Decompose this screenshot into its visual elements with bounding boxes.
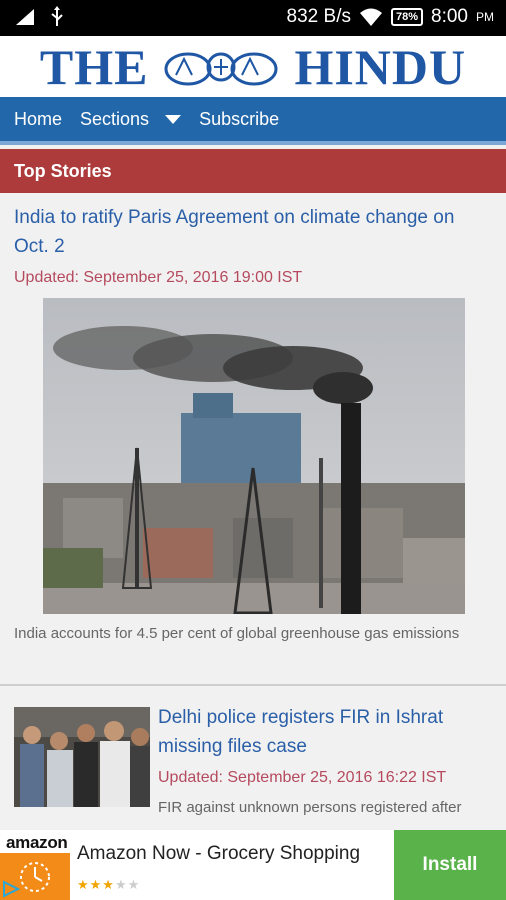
install-button[interactable]: Install <box>394 830 506 900</box>
signal-icon <box>16 9 34 25</box>
star-icon: ★★★ <box>77 877 115 892</box>
star-empty-icon: ★★ <box>114 877 141 892</box>
story-updated: Updated: September 25, 2016 16:22 IST <box>158 769 447 786</box>
nav-sections[interactable]: Sections <box>80 108 182 130</box>
story-summary: FIR against unknown persons registered a… <box>158 799 462 816</box>
usb-icon <box>51 6 63 26</box>
clock-time: 8:00 <box>431 6 468 27</box>
section-header: Top Stories <box>0 149 506 193</box>
story-updated: Updated: September 25, 2016 19:00 IST <box>14 269 303 286</box>
status-bar: 832 B/s 78% 8:00 PM <box>0 0 506 36</box>
status-left <box>14 6 64 28</box>
masthead-logo: THE HINDU <box>40 38 466 96</box>
ad-choices-icon[interactable] <box>0 878 22 900</box>
nav-subscribe[interactable]: Subscribe <box>199 109 279 130</box>
clock-ampm: PM <box>476 10 494 24</box>
nav-home[interactable]: Home <box>14 109 62 130</box>
story-photo[interactable] <box>43 298 465 614</box>
nav-sections-label: Sections <box>80 108 150 129</box>
battery-icon: 78% <box>390 8 424 26</box>
ad-rating-stars: ★★★★★ <box>77 877 140 893</box>
chevron-down-icon <box>165 114 182 124</box>
status-right: 832 B/s 78% 8:00 PM <box>287 6 494 28</box>
wifi-icon <box>359 8 382 26</box>
story-card[interactable]: Delhi police registers FIR in Ishrat mis… <box>0 688 506 830</box>
ad-brand-logo: amazon <box>6 833 68 852</box>
story-headline[interactable]: Delhi police registers FIR in Ishrat mis… <box>158 703 503 761</box>
nav-bar: Home Sections Subscribe <box>0 97 506 145</box>
story-card[interactable]: India to ratify Paris Agreement on clima… <box>0 193 506 686</box>
story-headline[interactable]: India to ratify Paris Agreement on clima… <box>14 203 492 261</box>
masthead: THE HINDU <box>0 36 506 97</box>
masthead-hindu: HINDU <box>294 38 467 95</box>
story-caption: India accounts for 4.5 per cent of globa… <box>14 625 460 642</box>
story-thumbnail[interactable] <box>14 707 150 807</box>
story-text: Delhi police registers FIR in Ishrat mis… <box>158 703 503 816</box>
ad-title[interactable]: Amazon Now - Grocery Shopping <box>77 843 360 865</box>
masthead-the: THE <box>39 38 149 95</box>
network-speed: 832 B/s <box>286 6 351 27</box>
ad-banner[interactable]: amazon Amazon Now - Grocery Shopping ★★★… <box>0 830 506 900</box>
emblem-icon <box>164 52 278 85</box>
